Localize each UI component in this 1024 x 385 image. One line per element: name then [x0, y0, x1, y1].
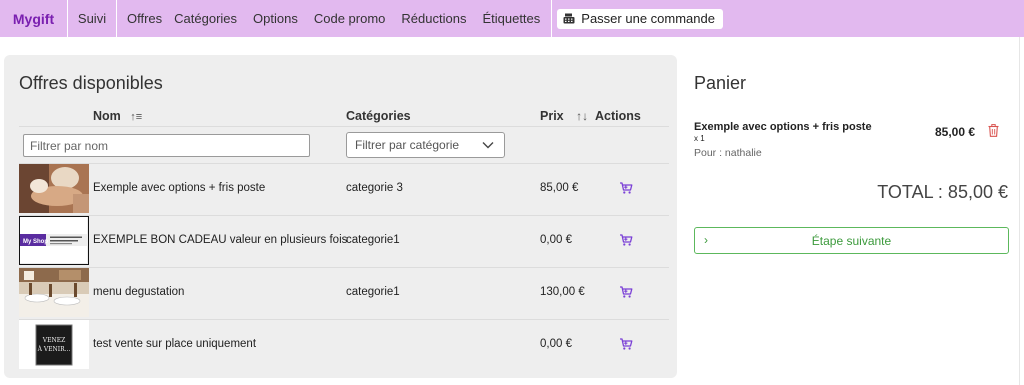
restaurant-photo-image [19, 268, 89, 317]
nav-divider [551, 0, 553, 37]
chalkboard-sign-image: VENEZ À VENIR... [19, 320, 89, 369]
offer-price: 130,00 € [540, 286, 585, 298]
my-shop-banner-image: My Shop [20, 217, 87, 263]
next-step-label: Étape suivante [811, 233, 892, 248]
cart-total: TOTAL : 85,00 € [877, 182, 1008, 202]
table-row: Exemple avec options + fris poste catego… [19, 164, 669, 216]
trash-icon[interactable] [988, 124, 999, 137]
sort-icon[interactable]: ↑↓ [576, 109, 588, 123]
offer-name: menu degustation [93, 286, 185, 298]
offer-price: 0,00 € [540, 338, 572, 350]
offer-price: 85,00 € [540, 182, 579, 194]
add-to-cart-icon[interactable] [619, 181, 633, 195]
column-header-name-label: Nom [93, 109, 121, 123]
massage-photo-image [19, 164, 89, 213]
chalkboard-text: VENEZ [42, 337, 66, 344]
filter-name-input[interactable] [23, 134, 310, 157]
cart-title: Panier [694, 73, 747, 93]
top-navbar: Mygift Suivi Offres Catégories Options C… [0, 0, 1024, 37]
sort-ascending-icon[interactable]: ↑≡ [130, 111, 142, 123]
offers-title: Offres disponibles [19, 73, 163, 93]
offer-name: EXEMPLE BON CADEAU valeur en plusieurs f… [93, 234, 348, 246]
column-header-category: Catégories [346, 109, 411, 123]
offer-thumbnail: VENEZ À VENIR... [19, 320, 89, 369]
cart-item-name: Exemple avec options + fris poste [694, 121, 872, 133]
nav-offres[interactable]: Offres [127, 0, 162, 37]
nav-reductions[interactable]: Réductions [401, 0, 466, 37]
column-header-actions: Actions [595, 109, 641, 123]
next-step-button[interactable]: › Étape suivante [694, 227, 1009, 254]
offer-thumbnail [19, 268, 89, 317]
order-button[interactable]: Passer une commande [557, 8, 723, 29]
column-header-price[interactable]: Prix ↑↓ [540, 109, 588, 123]
table-row: VENEZ À VENIR... test vente sur place un… [19, 320, 669, 372]
brand-logo[interactable]: Mygift [0, 0, 68, 37]
cash-register-icon [563, 13, 575, 24]
offer-category: categorie1 [346, 234, 400, 246]
nav-code-promo[interactable]: Code promo [314, 0, 386, 37]
order-button-label: Passer une commande [581, 11, 715, 26]
cart-item-price: 85,00 € [935, 125, 976, 139]
table-row: menu degustation categorie1 130,00 € [19, 268, 669, 320]
cart-item-qty: x 1 [694, 134, 705, 143]
filter-category-select[interactable]: Filtrer par catégorie [346, 132, 505, 158]
add-to-cart-icon[interactable] [619, 233, 633, 247]
offer-category: categorie 3 [346, 182, 403, 194]
chevron-right-icon: › [704, 233, 708, 247]
column-header-price-label: Prix [540, 109, 564, 123]
nav-suivi[interactable]: Suivi [68, 0, 117, 37]
add-to-cart-icon[interactable] [619, 285, 633, 299]
column-header-name[interactable]: Nom ↑≡ [93, 109, 142, 123]
header-divider [19, 126, 669, 127]
nav-categories[interactable]: Catégories [174, 0, 237, 37]
cart-item-recipient: Pour : nathalie [694, 147, 762, 159]
offers-card: Offres disponibles Nom ↑≡ Catégories Pri… [4, 55, 677, 378]
nav-options[interactable]: Options [253, 0, 298, 37]
offer-name: Exemple avec options + fris poste [93, 182, 266, 194]
filter-category-label: Filtrer par catégorie [355, 138, 460, 152]
table-row: My Shop EXEMPLE BON CADEAU valeur en plu… [19, 216, 669, 268]
offer-price: 0,00 € [540, 234, 572, 246]
panel-edge [1019, 37, 1020, 385]
offer-name: test vente sur place uniquement [93, 338, 257, 350]
offer-thumbnail: My Shop [19, 216, 89, 265]
chevron-down-icon [482, 142, 494, 149]
add-to-cart-icon[interactable] [619, 337, 633, 351]
my-shop-logo-text: My Shop [23, 239, 48, 245]
offer-category: categorie1 [346, 286, 400, 298]
nav-etiquettes[interactable]: Étiquettes [482, 0, 540, 37]
offer-thumbnail [19, 164, 89, 213]
chalkboard-text: À VENIR... [37, 346, 71, 353]
